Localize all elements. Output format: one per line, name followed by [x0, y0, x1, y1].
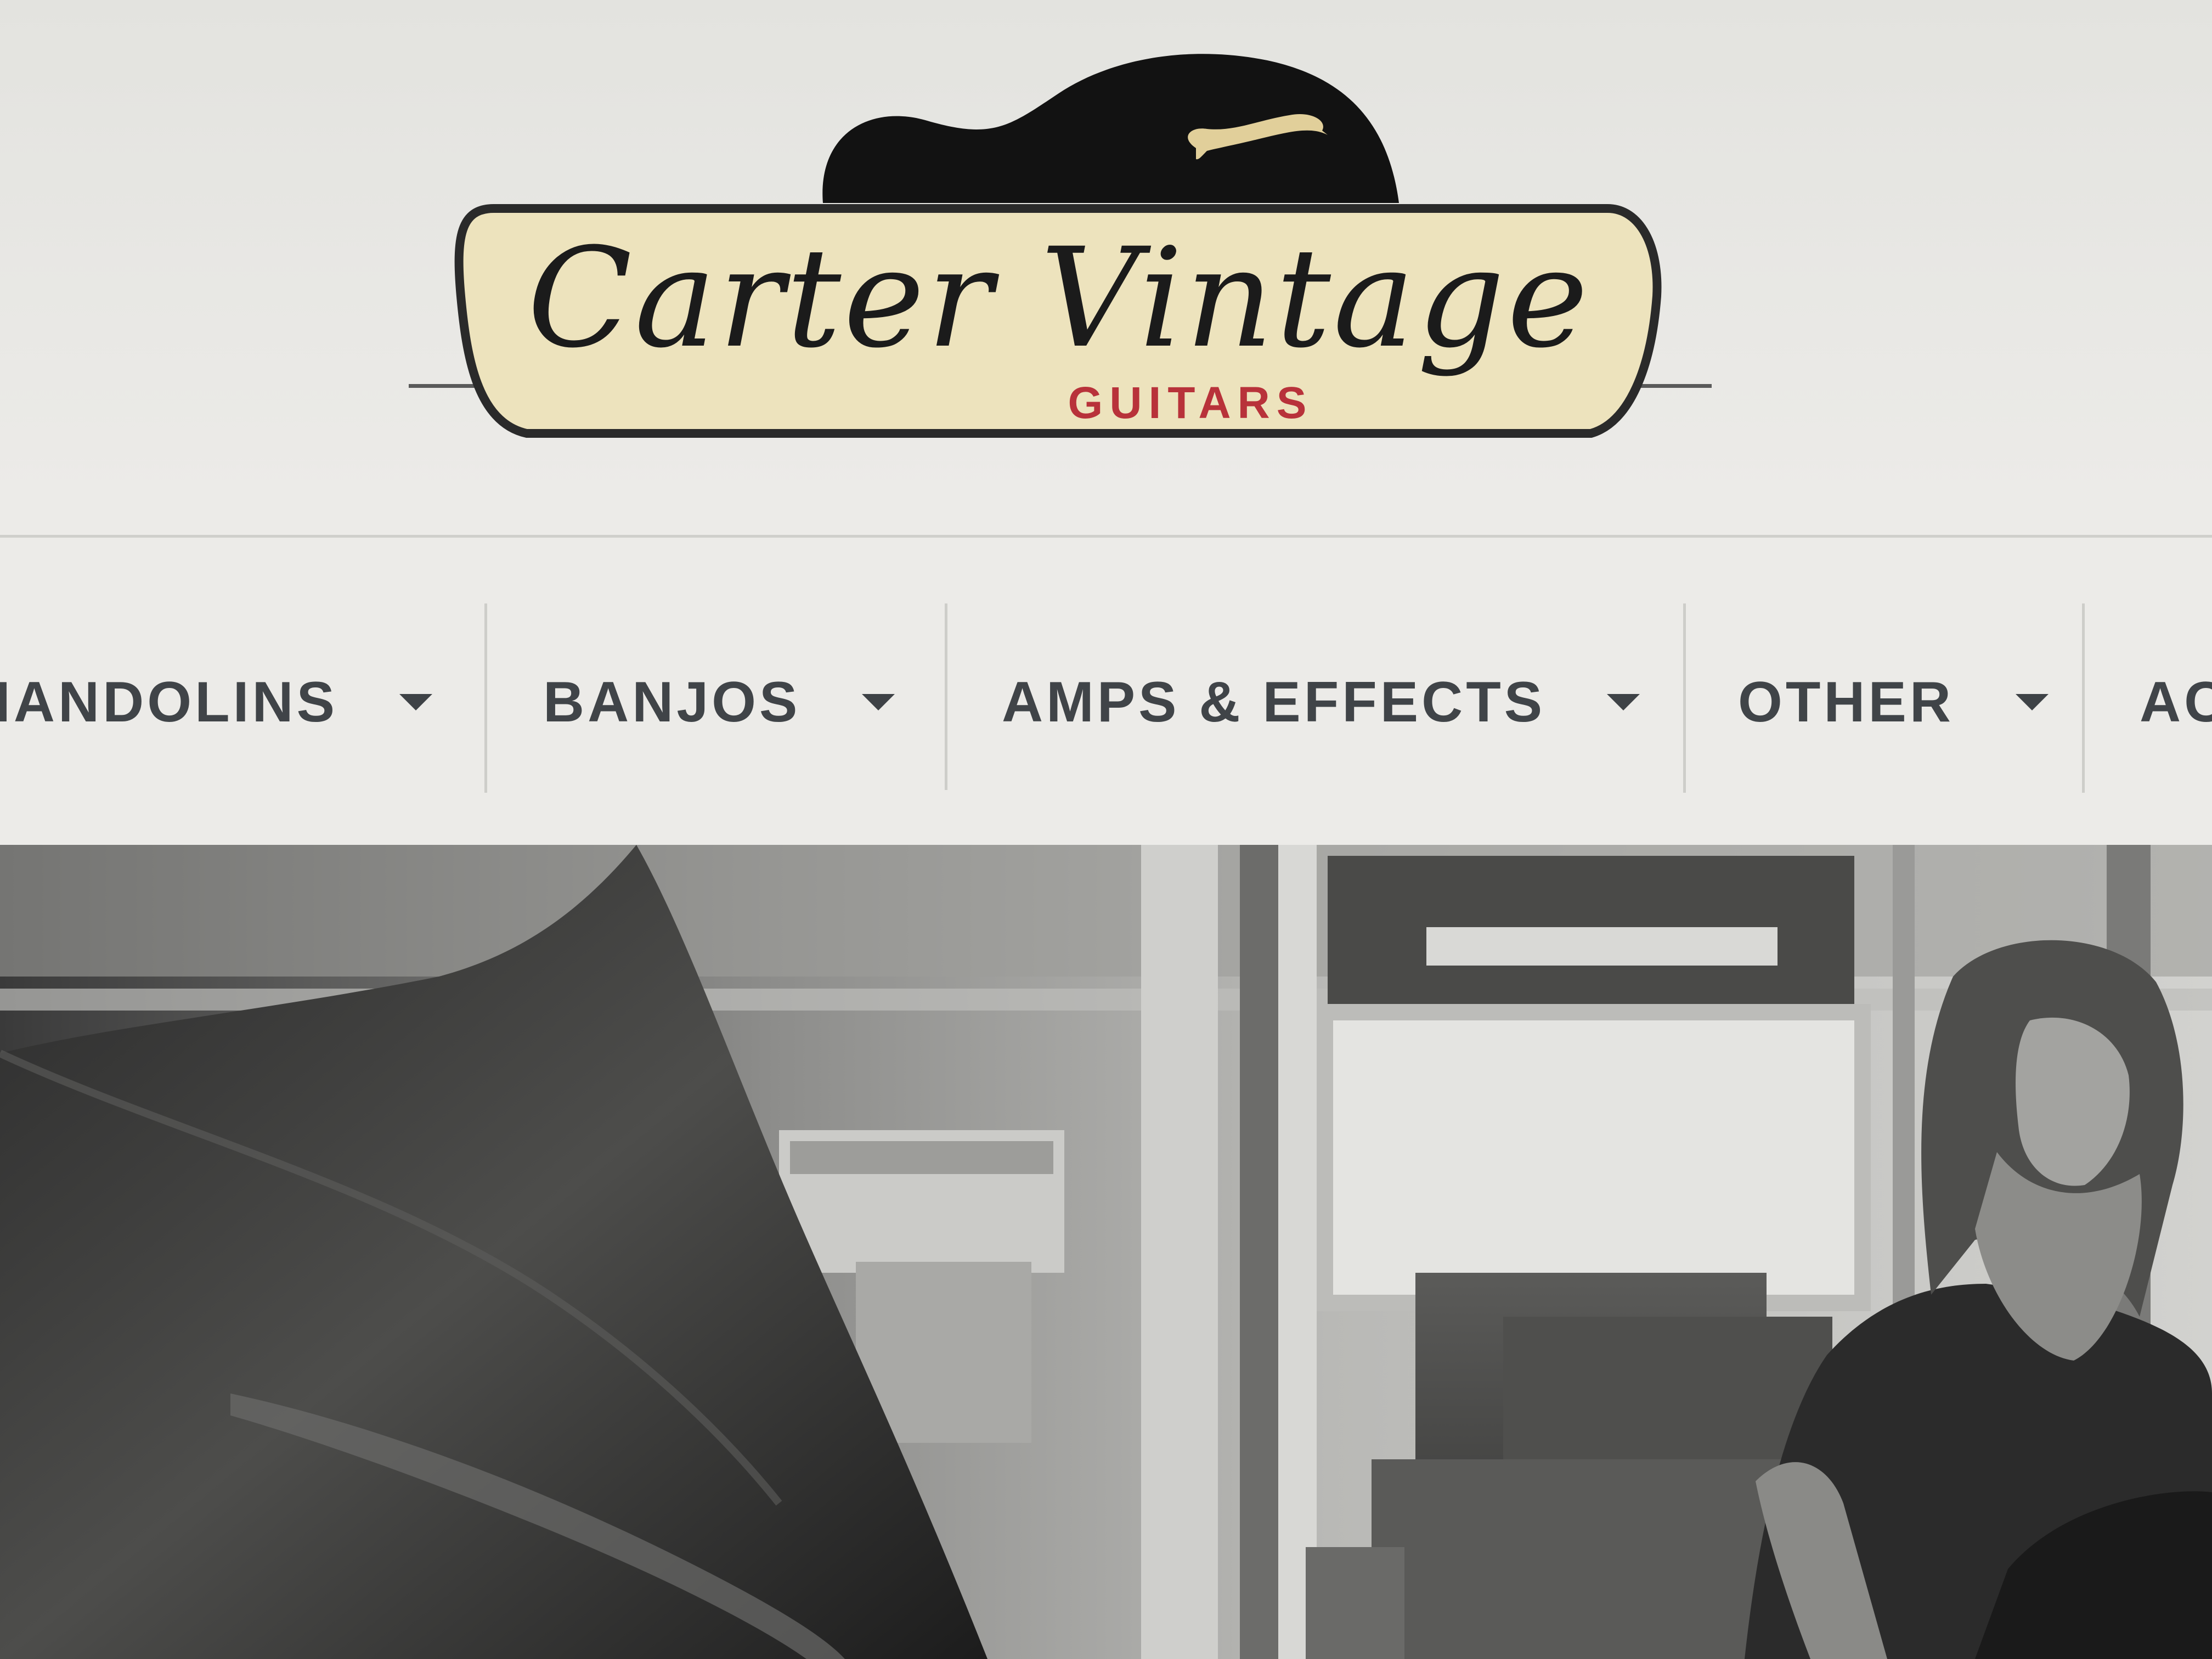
nav-item-accessories[interactable]: AC: [2140, 658, 2212, 746]
nav-item-label: AC: [2140, 670, 2212, 734]
nav-item-label: AMPS & EFFECTS: [1002, 670, 1546, 734]
hero-image: [0, 845, 2212, 1659]
logo-subtext: GUITARS: [1068, 378, 1313, 428]
caret-down-icon: [1607, 694, 1640, 710]
nav-separator: [2082, 603, 2085, 793]
nav-item-label: OTHER: [1738, 670, 1954, 734]
site-logo[interactable]: Carter Vintage GUITARS: [400, 38, 1728, 455]
nav-item-amps-effects[interactable]: AMPS & EFFECTS: [1002, 658, 1640, 746]
nav-item-banjos[interactable]: BANJOS: [543, 658, 895, 746]
caret-down-icon: [862, 694, 895, 710]
nav-separator: [484, 603, 487, 793]
logo-wordmark: Carter Vintage: [527, 218, 1590, 378]
nav-item-label: BANJOS: [543, 670, 801, 734]
page: Carter Vintage GUITARS IANDOLINS BANJOS …: [0, 0, 2212, 1659]
nav-item-label: IANDOLINS: [0, 670, 338, 734]
nav-separator: [1683, 603, 1686, 793]
site-header: Carter Vintage GUITARS: [0, 0, 2212, 538]
nav-separator: [945, 603, 947, 790]
nav-item-mandolins[interactable]: IANDOLINS: [0, 658, 432, 746]
caret-down-icon: [399, 694, 432, 710]
nav-item-other[interactable]: OTHER: [1738, 658, 2049, 746]
caret-down-icon: [2016, 694, 2049, 710]
photo-icon: [0, 845, 2212, 1659]
